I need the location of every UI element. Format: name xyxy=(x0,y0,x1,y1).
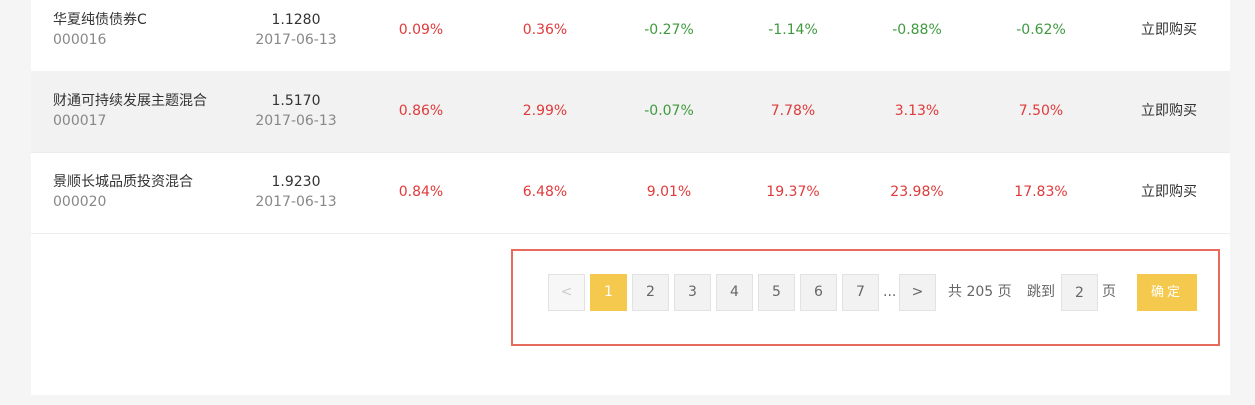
return-cell: 3.13% xyxy=(894,103,940,119)
fund-code: 000017 xyxy=(53,113,107,129)
return-cell: 2.99% xyxy=(522,103,568,119)
prev-page-button[interactable]: < xyxy=(548,274,585,311)
buy-now-link[interactable]: 立即购买 xyxy=(1114,20,1224,40)
return-cell: 0.84% xyxy=(398,184,444,200)
return-cell: -0.62% xyxy=(1016,22,1066,38)
page-button-2[interactable]: 2 xyxy=(632,274,669,311)
nav-date: 2017-06-13 xyxy=(255,194,337,210)
return-cell: 19.37% xyxy=(766,184,820,200)
nav-date: 2017-06-13 xyxy=(255,113,337,129)
total-suffix: 页 xyxy=(997,284,1012,300)
return-cell: -1.14% xyxy=(768,22,818,38)
return-cell: 0.09% xyxy=(398,22,444,38)
return-cell: 0.86% xyxy=(398,103,444,119)
nav-value: 1.9230 xyxy=(271,174,321,190)
page-button-3[interactable]: 3 xyxy=(674,274,711,311)
nav-cell: 1.9230 2017-06-13 xyxy=(236,172,356,212)
total-prefix: 共 xyxy=(948,284,962,300)
return-cell: 7.50% xyxy=(1018,103,1064,119)
total-pages-count: 205 xyxy=(966,284,994,300)
return-cell: 0.36% xyxy=(522,22,568,38)
return-cell: 23.98% xyxy=(890,184,944,200)
table-row: 景顺长城品质投资混合 000020 1.9230 2017-06-13 0.84… xyxy=(31,152,1230,234)
fund-name-cell: 华夏纯债债券C 000016 xyxy=(53,10,253,50)
fund-code: 000016 xyxy=(53,32,107,48)
fund-name[interactable]: 财通可持续发展主题混合 xyxy=(53,91,253,111)
fund-code: 000020 xyxy=(53,194,107,210)
fund-list-panel: 华夏纯债债券C 000016 1.1280 2017-06-13 0.09% 0… xyxy=(31,0,1230,395)
table-row: 华夏纯债债券C 000016 1.1280 2017-06-13 0.09% 0… xyxy=(31,0,1230,72)
nav-value: 1.1280 xyxy=(271,12,321,28)
return-cell: 7.78% xyxy=(770,103,816,119)
fund-name[interactable]: 景顺长城品质投资混合 xyxy=(53,172,253,192)
return-cell: 9.01% xyxy=(646,184,692,200)
return-cell: -0.27% xyxy=(644,22,694,38)
table-row: 财通可持续发展主题混合 000017 1.5170 2017-06-13 0.8… xyxy=(31,71,1230,153)
nav-cell: 1.1280 2017-06-13 xyxy=(236,10,356,50)
return-cell: -0.07% xyxy=(644,103,694,119)
buy-now-link[interactable]: 立即购买 xyxy=(1114,182,1224,202)
page-button-4[interactable]: 4 xyxy=(716,274,753,311)
buy-now-link[interactable]: 立即购买 xyxy=(1114,101,1224,121)
confirm-jump-button[interactable]: 确定 xyxy=(1137,274,1197,311)
return-cell: -0.88% xyxy=(892,22,942,38)
fund-name-cell: 景顺长城品质投资混合 000020 xyxy=(53,172,253,212)
page-button-6[interactable]: 6 xyxy=(800,274,837,311)
jump-label: 跳到 xyxy=(1027,284,1055,300)
fund-name[interactable]: 华夏纯债债券C xyxy=(53,10,253,30)
nav-cell: 1.5170 2017-06-13 xyxy=(236,91,356,131)
page-button-7[interactable]: 7 xyxy=(842,274,879,311)
nav-date: 2017-06-13 xyxy=(255,32,337,48)
jump-suffix: 页 xyxy=(1102,284,1116,300)
total-pages-text: 共 205 页 xyxy=(948,274,1012,311)
next-page-button[interactable]: > xyxy=(899,274,936,311)
page-button-5[interactable]: 5 xyxy=(758,274,795,311)
page-button-1[interactable]: 1 xyxy=(590,274,627,311)
pagination-ellipsis: ... xyxy=(883,284,897,300)
fund-name-cell: 财通可持续发展主题混合 000017 xyxy=(53,91,253,131)
return-cell: 17.83% xyxy=(1014,184,1068,200)
return-cell: 6.48% xyxy=(522,184,568,200)
nav-value: 1.5170 xyxy=(271,93,321,109)
jump-page-input[interactable] xyxy=(1061,274,1098,311)
